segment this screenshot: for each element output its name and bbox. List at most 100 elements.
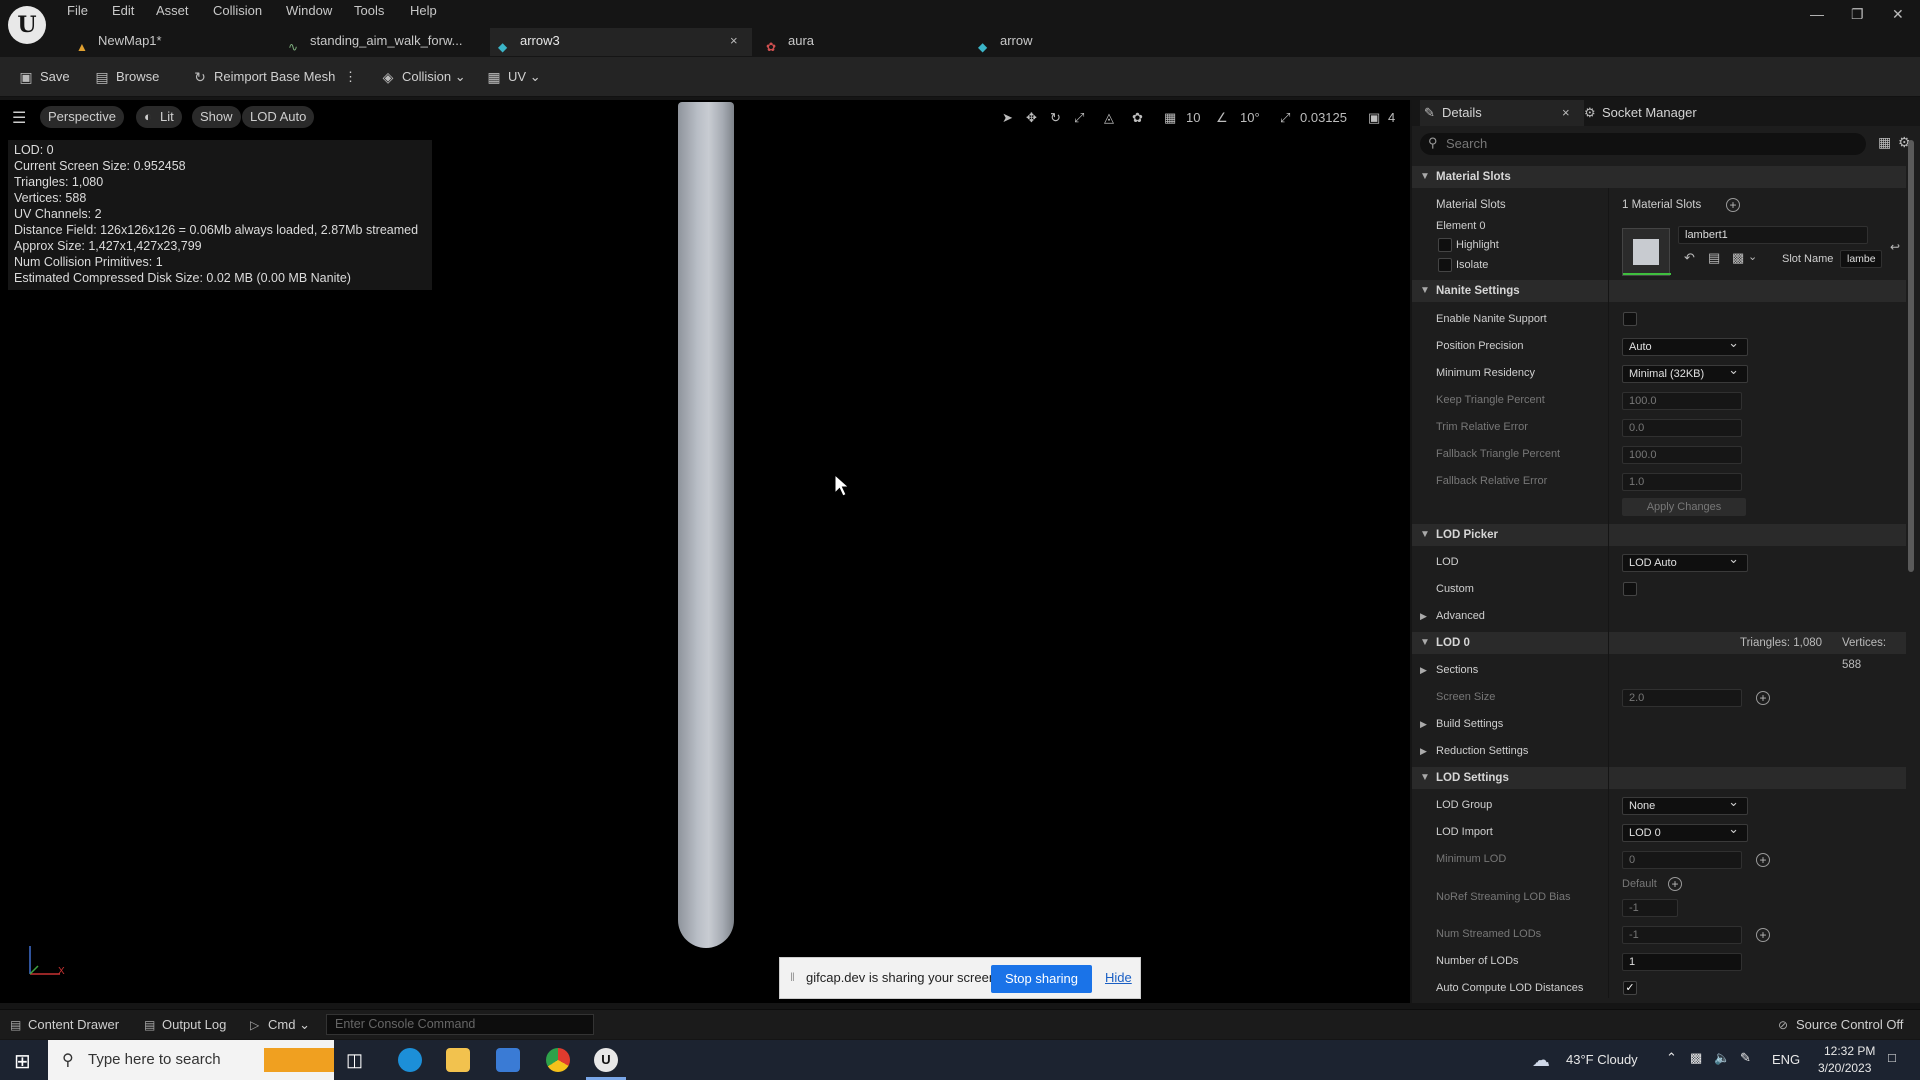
menu-tools[interactable]: Tools (354, 3, 384, 18)
browse-asset-icon[interactable]: ▤ (1708, 250, 1720, 266)
clock-date[interactable]: 3/20/2023 (1818, 1061, 1871, 1075)
tray-chevron-up-icon[interactable]: ⌃ (1666, 1050, 1677, 1066)
add-streamed-lods-icon[interactable]: + (1756, 928, 1770, 942)
tab-socket-manager[interactable]: ⚙ Socket Manager (1580, 100, 1697, 126)
details-search-input[interactable]: Search (1420, 133, 1866, 155)
angle-snap-icon[interactable]: ∠ (1216, 110, 1228, 126)
console-command-input[interactable]: Enter Console Command (326, 1014, 594, 1035)
column-divider[interactable] (1608, 188, 1609, 998)
number-of-lods-field[interactable]: 1 (1622, 953, 1742, 971)
table-view-icon[interactable]: ▦ (1878, 134, 1891, 151)
menu-window[interactable]: Window (286, 3, 332, 18)
unreal-engine-taskbar-icon[interactable]: U (594, 1048, 618, 1072)
tab-aura[interactable]: ✿ aura (758, 28, 964, 56)
browse-button[interactable]: ▤ Browse (92, 67, 159, 87)
use-selected-icon[interactable]: ↶ (1684, 250, 1695, 266)
volume-icon[interactable]: 🔈 (1714, 1050, 1730, 1066)
content-drawer-button[interactable]: ▤ Content Drawer (10, 1017, 119, 1032)
restore-icon[interactable]: ❐ (1851, 6, 1864, 23)
position-precision-dropdown[interactable]: Auto (1622, 335, 1748, 356)
menu-file[interactable]: File (67, 3, 88, 18)
minimize-icon[interactable]: — (1810, 6, 1824, 22)
more-options-icon[interactable]: ⋮ (340, 67, 357, 87)
chrome-browser-icon[interactable] (546, 1048, 570, 1072)
lod-import-dropdown[interactable]: LOD 0 (1622, 821, 1748, 842)
isolate-checkbox[interactable] (1438, 258, 1452, 272)
collision-dropdown[interactable]: ◈ Collision ⌄ (378, 67, 466, 87)
camera-speed-icon[interactable]: ▣ (1368, 110, 1380, 126)
auto-compute-lod-checkbox[interactable]: ✓ (1623, 981, 1637, 995)
menu-asset[interactable]: Asset (156, 3, 189, 18)
section-material-slots[interactable]: ▼ Material Slots (1412, 166, 1906, 188)
notifications-icon[interactable]: □ (1888, 1050, 1896, 1065)
uv-dropdown[interactable]: ▦ UV ⌄ (484, 67, 540, 87)
surface-snap-icon[interactable]: ◬ (1104, 110, 1114, 126)
select-icon[interactable]: ➤ (1002, 110, 1013, 126)
save-button[interactable]: ▣ Save (16, 67, 69, 87)
scale-snap-value[interactable]: 0.03125 (1300, 110, 1347, 125)
cmd-dropdown[interactable]: ▷ Cmd ⌄ (250, 1017, 310, 1033)
source-control-button[interactable]: ⊘ Source Control Off (1778, 1017, 1903, 1032)
slot-name-field[interactable]: lambe (1840, 250, 1882, 268)
pen-icon[interactable]: ✎ (1740, 1050, 1751, 1066)
add-screen-size-icon[interactable]: + (1756, 691, 1770, 705)
advanced-row[interactable]: ▶ Advanced (1420, 605, 1485, 627)
highlight-checkbox[interactable] (1438, 238, 1452, 252)
task-view-icon[interactable]: ◫ (346, 1048, 370, 1072)
output-log-button[interactable]: ▤ Output Log (144, 1017, 226, 1032)
tab-newmap[interactable]: ▲ NewMap1* (68, 28, 278, 56)
grid-snap-value[interactable]: 10 (1186, 110, 1200, 125)
section-lod-settings[interactable]: ▼ LOD Settings (1412, 767, 1906, 789)
minimum-residency-dropdown[interactable]: Minimal (32KB) (1622, 362, 1748, 383)
hide-link[interactable]: Hide (1105, 970, 1132, 985)
perspective-button[interactable]: Perspective (40, 106, 124, 128)
section-lod-picker[interactable]: ▼ LOD Picker (1412, 524, 1906, 546)
search-highlight-icon[interactable] (264, 1048, 334, 1072)
arrow-shaft-mesh[interactable] (678, 102, 734, 948)
scale-icon[interactable]: ⤢ (1074, 110, 1084, 126)
viewport[interactable]: ☰ Perspective ◐ Lit Show LOD Auto ➤ ✥ ↻ … (0, 100, 1410, 1003)
weather-text[interactable]: 43°F Cloudy (1566, 1052, 1638, 1067)
network-icon[interactable]: ▩ (1690, 1050, 1702, 1066)
windows-start-icon[interactable]: ⊞ (14, 1049, 31, 1074)
grid-snap-icon[interactable]: ▦ (1164, 110, 1176, 126)
lod-group-dropdown[interactable]: None (1622, 794, 1748, 815)
reset-arrow-icon[interactable]: ↩ (1890, 240, 1900, 254)
enable-nanite-checkbox[interactable] (1623, 312, 1637, 326)
custom-checkbox[interactable] (1623, 582, 1637, 596)
menu-help[interactable]: Help (410, 3, 437, 18)
edge-browser-icon[interactable] (398, 1048, 422, 1072)
stop-sharing-button[interactable]: Stop sharing (991, 965, 1092, 993)
scale-snap-icon[interactable]: ⤢ (1280, 110, 1290, 126)
material-name-field[interactable]: lambert1 (1678, 226, 1868, 244)
material-thumbnail[interactable] (1622, 228, 1671, 276)
tab-details[interactable]: ✎ Details × (1420, 100, 1584, 126)
tab-arrow3[interactable]: ◆ arrow3 × (490, 28, 752, 56)
angle-snap-value[interactable]: 10° (1240, 110, 1260, 125)
language-indicator[interactable]: ENG (1772, 1052, 1800, 1067)
close-window-icon[interactable]: ✕ (1892, 6, 1904, 23)
add-material-slot-icon[interactable]: + (1726, 198, 1740, 212)
cloudy-weather-icon[interactable]: ☁ (1532, 1050, 1550, 1071)
details-scrollbar[interactable] (1908, 140, 1914, 572)
menu-edit[interactable]: Edit (112, 3, 134, 18)
material-options-icon[interactable]: ▩ (1732, 250, 1744, 266)
tab-arrow[interactable]: ◆ arrow (970, 28, 1176, 56)
drag-handle-icon[interactable]: ‖ (790, 970, 795, 984)
lit-button[interactable]: ◐ Lit (136, 106, 182, 128)
rotate-icon[interactable]: ↻ (1050, 110, 1061, 126)
show-button[interactable]: Show (192, 106, 241, 128)
camera-speed-value[interactable]: 4 (1388, 110, 1395, 125)
close-tab-icon[interactable]: × (730, 28, 738, 54)
unreal-logo-icon[interactable]: U (8, 6, 46, 44)
viewport-options-icon[interactable]: ☰ (12, 108, 26, 128)
translate-icon[interactable]: ✥ (1026, 110, 1037, 126)
lod-dropdown[interactable]: LOD Auto (1622, 551, 1748, 572)
lod-button[interactable]: LOD Auto (242, 106, 315, 128)
world-local-icon[interactable]: ✿ (1132, 110, 1143, 126)
section-nanite-settings[interactable]: ▼ Nanite Settings (1412, 280, 1906, 302)
clock-time[interactable]: 12:32 PM (1824, 1044, 1875, 1058)
add-noref-override-icon[interactable]: + (1668, 877, 1682, 891)
build-settings-row[interactable]: ▶ Build Settings (1420, 713, 1503, 735)
menu-collision[interactable]: Collision (213, 3, 262, 18)
